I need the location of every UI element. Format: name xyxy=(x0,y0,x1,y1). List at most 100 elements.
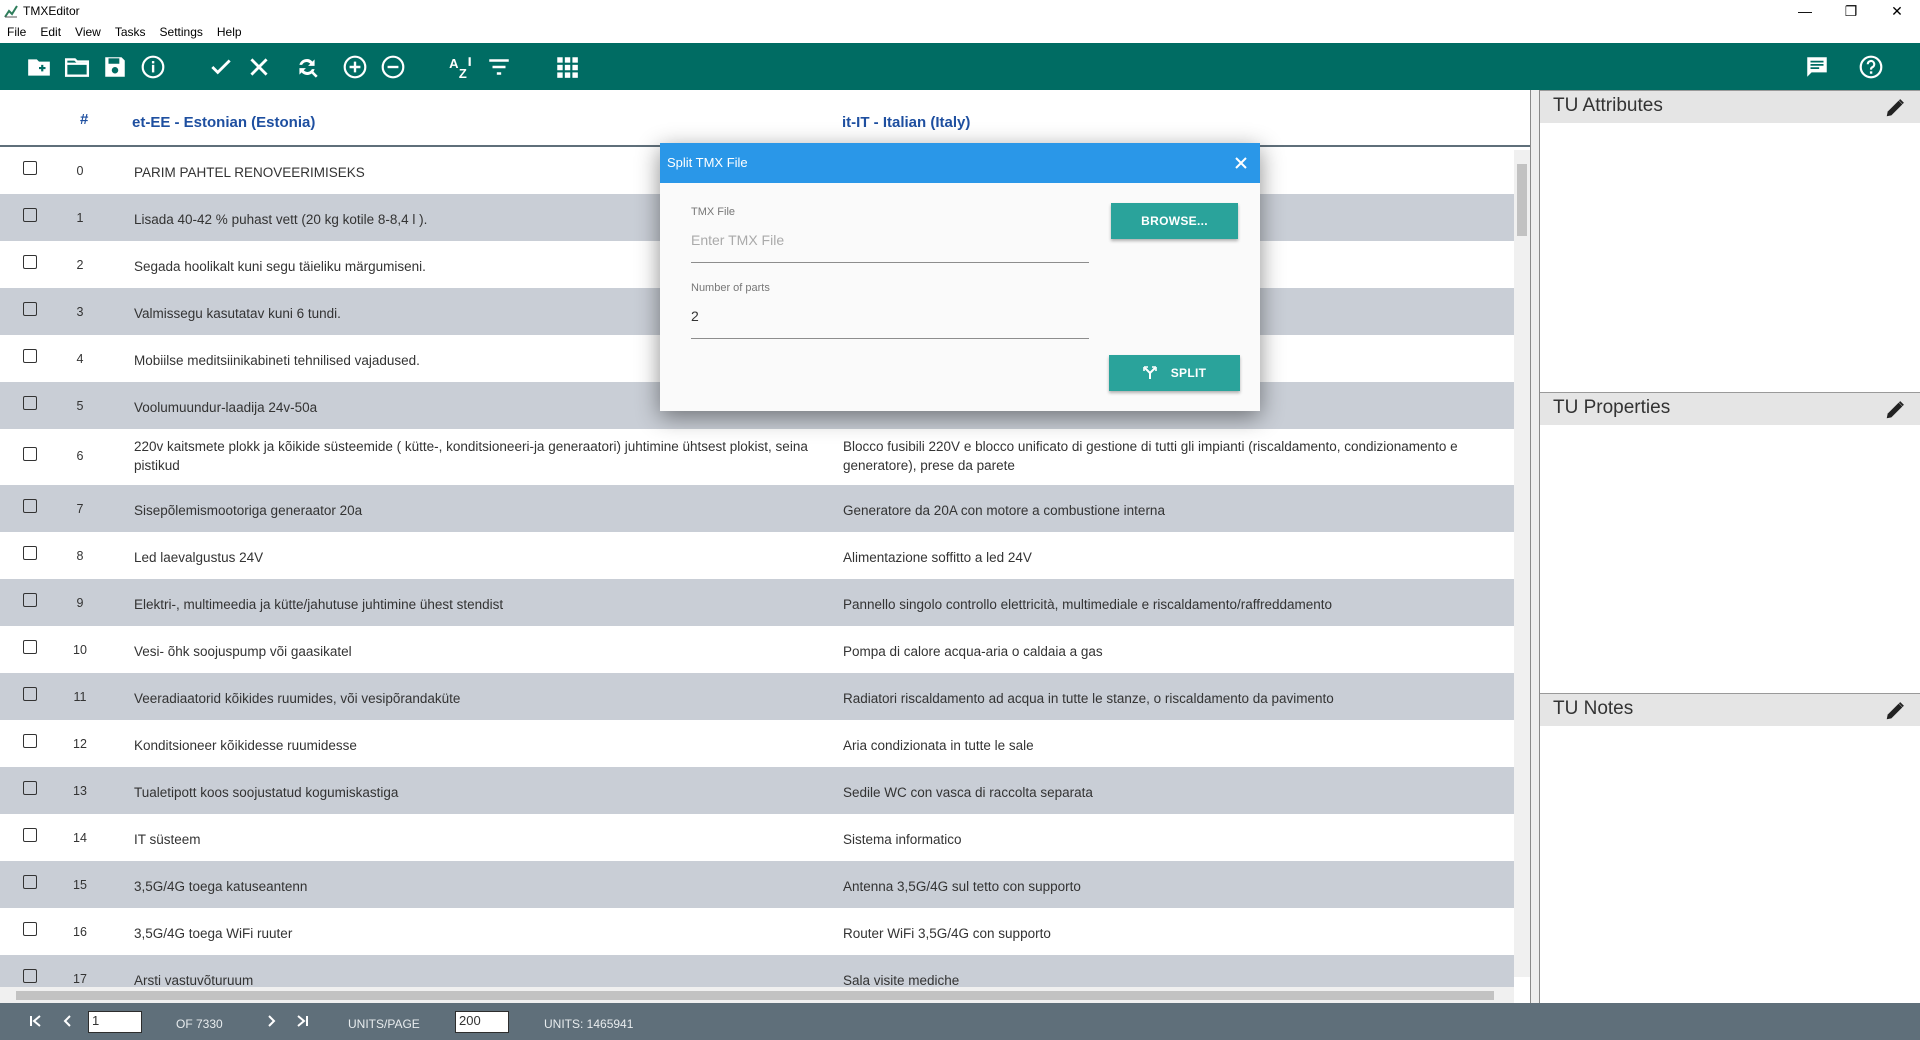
dialog-header: Split TMX File xyxy=(660,143,1260,183)
table-row[interactable]: 16 3,5G/4G toega WiFi ruuter Router WiFi 3… xyxy=(0,908,1514,955)
menu-tasks[interactable]: Tasks xyxy=(108,22,153,43)
source-cell[interactable]: Veeradiaatorid kõikides ruumides, või ve… xyxy=(134,689,814,708)
help-button[interactable] xyxy=(1856,52,1886,82)
source-cell[interactable]: Elektri-, multimeedia ja kütte/jahutuse … xyxy=(134,595,814,614)
source-cell[interactable]: IT süsteem xyxy=(134,830,814,849)
edit-properties-icon[interactable] xyxy=(1884,399,1906,421)
notes-button[interactable] xyxy=(1802,52,1832,82)
menu-help[interactable]: Help xyxy=(210,22,249,43)
remove-button[interactable] xyxy=(378,52,408,82)
column-header-target[interactable]: it-IT - Italian (Italy) xyxy=(842,114,970,131)
column-header-number[interactable]: # xyxy=(80,111,88,128)
tu-attributes-title: TU Attributes xyxy=(1553,95,1663,116)
row-checkbox[interactable] xyxy=(23,828,37,842)
row-checkbox[interactable] xyxy=(23,640,37,654)
add-button[interactable] xyxy=(340,52,370,82)
row-number: 10 xyxy=(73,643,87,657)
row-checkbox[interactable] xyxy=(23,208,37,222)
row-checkbox[interactable] xyxy=(23,349,37,363)
grid-button[interactable] xyxy=(552,52,582,82)
row-checkbox[interactable] xyxy=(23,447,37,461)
open-folder-button[interactable] xyxy=(62,52,92,82)
table-row[interactable]: 6 220v kaitsmete plokk ja kõikide süsteem… xyxy=(0,429,1514,485)
table-row[interactable]: 9 Elektri-, multimeedia ja kütte/jahutuse… xyxy=(0,579,1514,626)
info-button[interactable] xyxy=(138,52,168,82)
table-row[interactable]: 7 Sisepõlemismootoriga generaator 20a Gene… xyxy=(0,485,1514,532)
confirm-button[interactable] xyxy=(206,52,236,82)
row-checkbox[interactable] xyxy=(23,781,37,795)
row-checkbox[interactable] xyxy=(23,546,37,560)
chevron-right-icon xyxy=(268,1015,276,1027)
table-row[interactable]: 12 Konditsioneer kõikidesse ruumidesse Ari… xyxy=(0,720,1514,767)
previous-page-button[interactable] xyxy=(57,1010,79,1032)
horizontal-scrollbar[interactable] xyxy=(0,987,1514,1003)
target-cell[interactable]: Generatore da 20A con motore a combustio… xyxy=(843,501,1503,520)
filter-button[interactable] xyxy=(484,52,514,82)
target-cell[interactable]: Router WiFi 3,5G/4G con supporto xyxy=(843,924,1503,943)
first-page-button[interactable] xyxy=(25,1010,47,1032)
target-cell[interactable]: Pannello singolo controllo elettricità, … xyxy=(843,595,1503,614)
edit-notes-icon[interactable] xyxy=(1884,700,1906,722)
vertical-scroll-thumb[interactable] xyxy=(1517,164,1527,236)
edit-attributes-icon[interactable] xyxy=(1884,97,1906,119)
source-cell[interactable]: Konditsioneer kõikidesse ruumidesse xyxy=(134,736,814,755)
target-cell[interactable]: Radiatori riscaldamento ad acqua in tutt… xyxy=(843,689,1503,708)
minimize-button[interactable]: — xyxy=(1782,0,1828,22)
split-button[interactable]: SPLIT xyxy=(1109,355,1240,391)
source-cell[interactable]: Tualetipott koos soojustatud kogumiskast… xyxy=(134,783,814,802)
last-page-button[interactable] xyxy=(291,1010,313,1032)
row-checkbox[interactable] xyxy=(23,499,37,513)
target-cell[interactable]: Pompa di calore acqua-aria o caldaia a g… xyxy=(843,642,1503,661)
target-cell[interactable]: Antenna 3,5G/4G sul tetto con supporto xyxy=(843,877,1503,896)
save-button[interactable] xyxy=(100,52,130,82)
target-cell[interactable]: Blocco fusibili 220V e blocco unificato … xyxy=(843,437,1503,475)
menu-file[interactable]: File xyxy=(0,22,33,43)
row-checkbox[interactable] xyxy=(23,396,37,410)
table-row[interactable]: 14 IT süsteem Sistema informatico xyxy=(0,814,1514,861)
target-cell[interactable]: Sistema informatico xyxy=(843,830,1503,849)
page-input[interactable]: 1 xyxy=(88,1011,142,1033)
row-checkbox[interactable] xyxy=(23,302,37,316)
menu-edit[interactable]: Edit xyxy=(33,22,68,43)
close-window-button[interactable]: ✕ xyxy=(1874,0,1920,22)
browse-button[interactable]: BROWSE... xyxy=(1111,203,1238,239)
source-cell[interactable]: 3,5G/4G toega WiFi ruuter xyxy=(134,924,814,943)
units-per-page-input[interactable]: 200 xyxy=(455,1011,509,1033)
row-checkbox[interactable] xyxy=(23,969,37,983)
close-icon[interactable] xyxy=(1231,153,1251,173)
table-row[interactable]: 10 Vesi- õhk soojuspump või gaasikatel Pom… xyxy=(0,626,1514,673)
row-checkbox[interactable] xyxy=(23,687,37,701)
column-header-source[interactable]: et-EE - Estonian (Estonia) xyxy=(132,114,315,131)
row-checkbox[interactable] xyxy=(23,922,37,936)
replace-button[interactable] xyxy=(292,52,322,82)
source-cell[interactable]: 220v kaitsmete plokk ja kõikide süsteemi… xyxy=(134,437,814,475)
source-cell[interactable]: Led laevalgustus 24V xyxy=(134,548,814,567)
new-file-button[interactable] xyxy=(24,52,54,82)
row-checkbox[interactable] xyxy=(23,875,37,889)
row-checkbox[interactable] xyxy=(23,734,37,748)
row-checkbox[interactable] xyxy=(23,161,37,175)
vertical-scrollbar[interactable] xyxy=(1514,150,1530,977)
target-cell[interactable]: Aria condizionata in tutte le sale xyxy=(843,736,1503,755)
menu-view[interactable]: View xyxy=(68,22,108,43)
row-checkbox[interactable] xyxy=(23,255,37,269)
sort-button[interactable]: AZ xyxy=(446,52,476,82)
target-cell[interactable]: Alimentazione soffitto a led 24V xyxy=(843,548,1503,567)
panel-splitter[interactable] xyxy=(1530,90,1540,1003)
tmx-file-input[interactable]: Enter TMX File xyxy=(691,232,784,248)
menu-settings[interactable]: Settings xyxy=(153,22,210,43)
row-checkbox[interactable] xyxy=(23,593,37,607)
restore-button[interactable]: ❐ xyxy=(1828,0,1874,22)
cancel-button[interactable] xyxy=(244,52,274,82)
source-cell[interactable]: Vesi- õhk soojuspump või gaasikatel xyxy=(134,642,814,661)
table-row[interactable]: 11 Veeradiaatorid kõikides ruumides, või … xyxy=(0,673,1514,720)
target-cell[interactable]: Sedile WC con vasca di raccolta separata xyxy=(843,783,1503,802)
next-page-button[interactable] xyxy=(260,1010,282,1032)
table-row[interactable]: 13 Tualetipott koos soojustatud kogumiska… xyxy=(0,767,1514,814)
source-cell[interactable]: 3,5G/4G toega katuseantenn xyxy=(134,877,814,896)
horizontal-scroll-thumb[interactable] xyxy=(16,991,1494,1000)
source-cell[interactable]: Sisepõlemismootoriga generaator 20a xyxy=(134,501,814,520)
parts-input[interactable]: 2 xyxy=(691,308,699,324)
table-row[interactable]: 15 3,5G/4G toega katuseantenn Antenna 3,5G… xyxy=(0,861,1514,908)
table-row[interactable]: 8 Led laevalgustus 24V Alimentazione soffi… xyxy=(0,532,1514,579)
